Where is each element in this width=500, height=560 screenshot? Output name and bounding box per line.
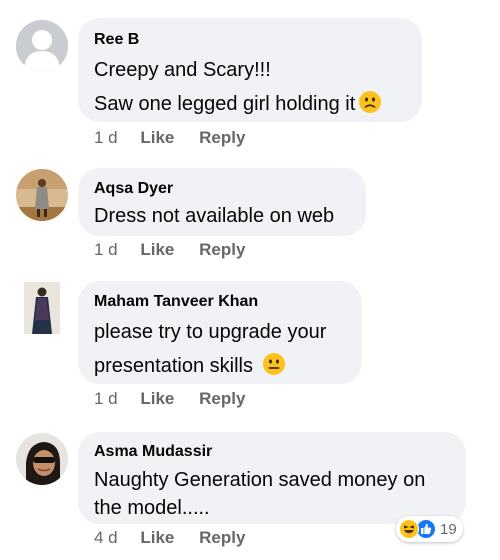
comment-text-line: the model..... (94, 497, 210, 519)
neutral-face-emoji-icon (262, 352, 286, 386)
comment-text-line: please try to upgrade your (94, 321, 327, 343)
comment-author[interactable]: Aqsa Dyer (94, 179, 350, 199)
comment-actions: 1 d Like Reply (94, 128, 265, 148)
user-photo-icon (16, 433, 68, 485)
user-photo-icon (24, 282, 60, 334)
default-avatar-icon (16, 20, 68, 72)
avatar[interactable] (16, 20, 68, 72)
reaction-count: 19 (440, 520, 457, 538)
avatar[interactable] (16, 433, 68, 485)
user-photo-icon (16, 169, 68, 221)
haha-reaction-icon (399, 519, 419, 539)
reply-button[interactable]: Reply (199, 389, 245, 409)
comment-timestamp[interactable]: 1 d (94, 240, 118, 260)
comment-text-line: Naughty Generation saved money on (94, 469, 426, 491)
comment-text: Dress not available on web (94, 205, 335, 227)
comment-actions: 1 d Like Reply (94, 389, 265, 409)
reply-button[interactable]: Reply (199, 240, 245, 260)
comment-timestamp[interactable]: 1 d (94, 389, 118, 409)
comment-timestamp[interactable]: 4 d (94, 528, 118, 548)
reactions-summary[interactable]: 19 (396, 516, 463, 542)
comment-bubble: Ree B Creepy and Scary!!! Saw one legged… (78, 18, 422, 122)
comment-text: Saw one legged girl holding it (94, 93, 356, 115)
like-button[interactable]: Like (140, 240, 174, 260)
like-reaction-icon (416, 519, 436, 539)
comment-timestamp[interactable]: 1 d (94, 128, 118, 148)
reply-button[interactable]: Reply (199, 528, 245, 548)
like-button[interactable]: Like (140, 389, 174, 409)
comment-text-line: presentation skills (94, 350, 346, 386)
avatar[interactable] (16, 169, 68, 221)
comment-text-line: Saw one legged girl holding it (94, 88, 406, 124)
comment-text-line: Creepy and Scary!!! (94, 59, 271, 81)
comment-author[interactable]: Maham Tanveer Khan (94, 292, 346, 312)
avatar[interactable] (16, 282, 68, 334)
comment-actions: 1 d Like Reply (94, 240, 265, 260)
slightly-frowning-face-emoji-icon (358, 90, 382, 124)
like-button[interactable]: Like (140, 128, 174, 148)
like-button[interactable]: Like (140, 528, 174, 548)
comment-bubble: Aqsa Dyer Dress not available on web (78, 168, 366, 236)
comment-bubble: Asma Mudassir Naughty Generation saved m… (78, 432, 466, 524)
reply-button[interactable]: Reply (199, 128, 245, 148)
comment-text: presentation skills (94, 355, 253, 377)
comment-author[interactable]: Ree B (94, 30, 406, 50)
comment-bubble: Maham Tanveer Khan please try to upgrade… (78, 281, 362, 384)
comments-feed: Ree B Creepy and Scary!!! Saw one legged… (0, 0, 500, 560)
comment-actions: 4 d Like Reply (94, 528, 265, 548)
comment-author[interactable]: Asma Mudassir (94, 442, 450, 462)
